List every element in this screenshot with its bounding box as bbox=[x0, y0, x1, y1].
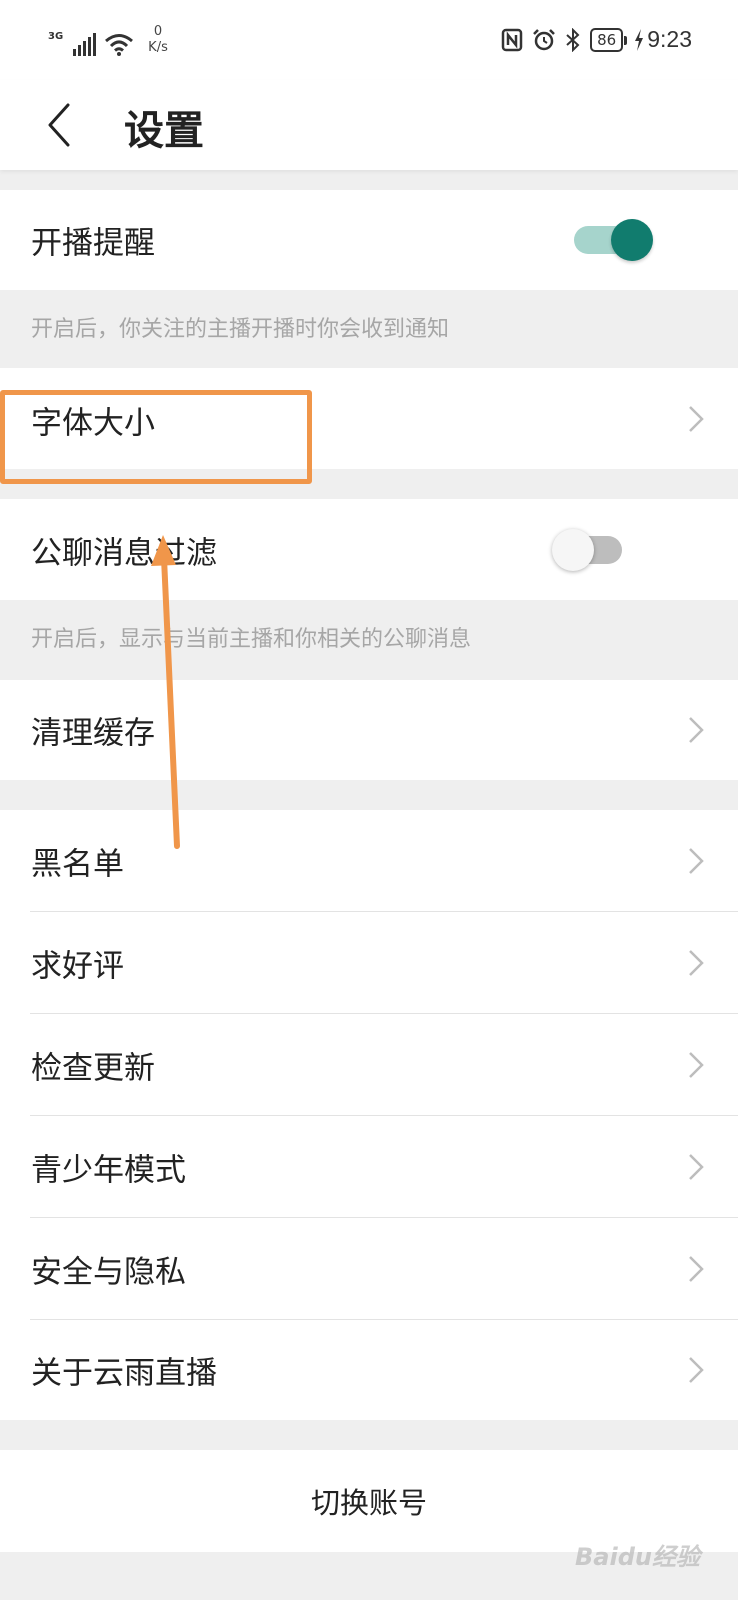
baidu-watermark: Baidu经验 bbox=[575, 1543, 700, 1571]
annotation-arrow bbox=[151, 535, 180, 849]
